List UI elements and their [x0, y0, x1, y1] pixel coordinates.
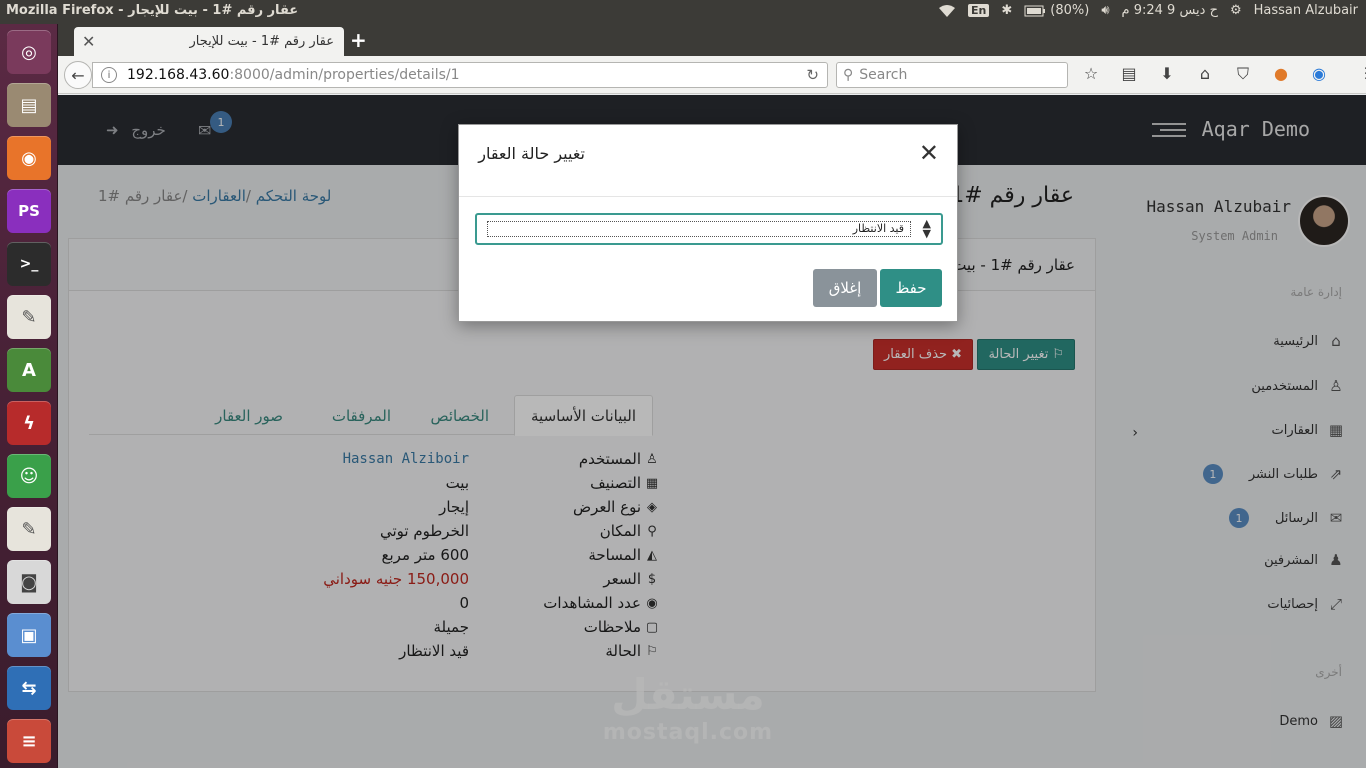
terminal-icon[interactable]: >_ — [7, 242, 51, 286]
select-arrows-icon: ▲ ▼ — [922, 217, 931, 240]
battery-percent: (80%) — [1050, 3, 1090, 18]
search-placeholder: Search — [859, 67, 908, 83]
modal-title: تغيير حالة العقار — [478, 144, 585, 163]
battery-icon[interactable]: (80%) — [1024, 3, 1089, 18]
ubuntu-icon[interactable]: ◎ — [7, 30, 51, 74]
download-icon[interactable]: ⬇ — [1156, 64, 1178, 84]
volume-icon[interactable]: 🔊︎ — [1101, 3, 1109, 18]
keyboard-layout-indicator[interactable]: En — [968, 4, 990, 17]
android-studio-icon[interactable]: A — [7, 348, 51, 392]
firefox-icon[interactable]: ◉ — [7, 136, 51, 180]
browser-tab[interactable]: عقار رقم #1 - بيت للإيجار ✕ — [74, 27, 344, 56]
status-select-value: قيد الانتظار — [487, 221, 911, 237]
phpstorm-icon[interactable]: PS — [7, 189, 51, 233]
extension-icon[interactable]: ● — [1270, 64, 1292, 84]
unity-launcher: ◎ ▤ ◉ PS >_ ✎ A ϟ ☺ ✎ ◙ ▣ ⇆ ≡ — [0, 24, 58, 768]
text-editor-2-icon[interactable]: ✎ — [7, 507, 51, 551]
close-icon[interactable]: ✕ — [919, 139, 939, 167]
close-tab-icon[interactable]: ✕ — [82, 32, 95, 51]
teamviewer-icon[interactable]: ⇆ — [7, 666, 51, 710]
menu-icon[interactable]: ☰ — [1360, 64, 1366, 84]
change-status-modal: تغيير حالة العقار ✕ قيد الانتظار ▲ ▼ إغلا… — [458, 124, 958, 322]
modal-header: تغيير حالة العقار ✕ — [459, 125, 957, 197]
browser-nav-bar: ← i 192.168.43.60:8000/admin/properties/… — [58, 56, 1366, 94]
new-tab-icon[interactable]: + — [350, 28, 367, 52]
reload-icon[interactable]: ↻ — [806, 66, 819, 84]
filezilla-icon[interactable]: ϟ — [7, 401, 51, 445]
bookmark-star-icon[interactable]: ☆ — [1080, 64, 1102, 84]
close-button[interactable]: إغلاق — [813, 269, 877, 307]
wifi-icon[interactable] — [938, 4, 956, 18]
clock[interactable]: ح ديس 9 9:24 م — [1122, 3, 1218, 18]
back-arrow-icon[interactable]: ← — [64, 61, 92, 89]
url-host: 192.168.43.60 — [127, 67, 230, 83]
files-icon[interactable]: ▤ — [7, 83, 51, 127]
save-button[interactable]: حفظ — [880, 269, 942, 307]
bluetooth-icon[interactable]: ✱ — [1001, 3, 1012, 18]
reading-list-icon[interactable]: ▤ — [1118, 64, 1140, 84]
stack-icon[interactable]: ≡ — [7, 719, 51, 763]
browser-toolbar-icons: ☆ ▤ ⬇ ⌂ ⛉ ● ◉ ☰ — [1080, 64, 1366, 84]
camera-icon[interactable]: ◙ — [7, 560, 51, 604]
virtualbox-icon[interactable]: ▣ — [7, 613, 51, 657]
search-input[interactable]: ⚲ Search — [836, 62, 1068, 88]
system-indicators: En ✱ (80%) 🔊︎ ح ديس 9 9:24 م ⚙ Hassan Al… — [938, 3, 1358, 18]
text-editor-icon[interactable]: ✎ — [7, 295, 51, 339]
os-top-panel: Mozilla Firefox - عقار رقم #1 - بيت للإي… — [0, 0, 1366, 24]
home-icon[interactable]: ⌂ — [1194, 64, 1216, 84]
window-title: Mozilla Firefox - عقار رقم #1 - بيت للإي… — [6, 3, 299, 18]
extension-2-icon[interactable]: ◉ — [1308, 64, 1330, 84]
status-select[interactable]: قيد الانتظار ▲ ▼ — [475, 213, 943, 245]
session-user-name[interactable]: Hassan Alzubair — [1254, 3, 1358, 18]
pocket-icon[interactable]: ⛉ — [1232, 64, 1254, 84]
browser-tab-strip: عقار رقم #1 - بيت للإيجار ✕ + — [58, 24, 1366, 56]
info-icon[interactable]: i — [101, 67, 117, 83]
game-icon[interactable]: ☺ — [7, 454, 51, 498]
session-gear-icon[interactable]: ⚙ — [1230, 3, 1242, 18]
browser-tab-title: عقار رقم #1 - بيت للإيجار — [189, 34, 334, 49]
url-bar[interactable]: i 192.168.43.60:8000/admin/properties/de… — [92, 62, 828, 88]
url-path: :8000/admin/properties/details/1 — [229, 67, 460, 83]
search-icon: ⚲ — [843, 67, 854, 83]
